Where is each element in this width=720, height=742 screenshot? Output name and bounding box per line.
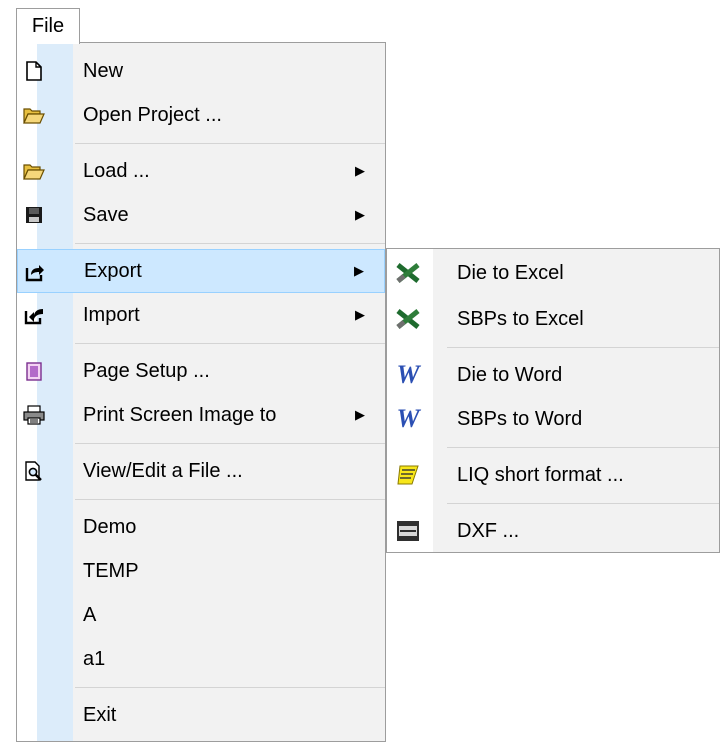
- page-setup-icon: [21, 358, 47, 384]
- submenu-item-label: Die to Excel: [457, 261, 564, 284]
- menu-item-label: Save: [83, 203, 129, 226]
- menu-item-label: New: [83, 59, 124, 82]
- submenu-item-die-to-excel[interactable]: Die to Excel: [387, 251, 719, 295]
- menu-separator: [75, 687, 385, 688]
- recent-file-item[interactable]: Demo: [17, 505, 385, 549]
- menu-separator: [75, 499, 385, 500]
- submenu-separator: [447, 347, 719, 348]
- submenu-item-liq-short-format[interactable]: LIQ short format ...: [387, 453, 719, 497]
- submenu-arrow-icon: ▶: [355, 163, 365, 178]
- dxf-icon: [395, 518, 421, 544]
- submenu-item-sbps-to-excel[interactable]: SBPs to Excel: [387, 297, 719, 341]
- menu-item-open-project[interactable]: Open Project ...: [17, 93, 385, 137]
- submenu-separator: [447, 503, 719, 504]
- menu-item-label: a1: [83, 647, 106, 670]
- recent-file-item[interactable]: TEMP: [17, 549, 385, 593]
- view-file-icon: [21, 458, 47, 484]
- menu-item-label: TEMP: [83, 559, 139, 582]
- menu-item-label: Load ...: [83, 159, 150, 182]
- submenu-separator: [447, 447, 719, 448]
- menu-item-label: Open Project ...: [83, 103, 222, 126]
- menu-item-new[interactable]: New: [17, 49, 385, 93]
- submenu-arrow-icon: ▶: [355, 207, 365, 222]
- menu-item-label: Demo: [83, 515, 137, 538]
- menu-item-print-screen[interactable]: Print Screen Image to ▶: [17, 393, 385, 437]
- menu-item-import[interactable]: Import ▶: [17, 293, 385, 337]
- open-folder-icon: [21, 102, 47, 128]
- word-icon: W: [396, 404, 420, 433]
- submenu-item-label: LIQ short format ...: [457, 463, 624, 486]
- floppy-disk-icon: [21, 202, 47, 228]
- menu-item-view-edit-file[interactable]: View/Edit a File ...: [17, 449, 385, 493]
- printer-icon: [21, 402, 47, 428]
- menu-separator: [75, 143, 385, 144]
- menu-item-save[interactable]: Save ▶: [17, 193, 385, 237]
- menu-separator: [75, 343, 385, 344]
- menu-item-label: Import: [83, 303, 140, 326]
- open-folder-icon: [21, 158, 47, 184]
- submenu-arrow-icon: ▶: [355, 407, 365, 422]
- liq-format-icon: [395, 462, 421, 488]
- recent-file-item[interactable]: a1: [17, 637, 385, 681]
- menu-item-load[interactable]: Load ... ▶: [17, 149, 385, 193]
- word-icon: W: [396, 360, 420, 389]
- menu-item-label: Print Screen Image to: [83, 403, 277, 426]
- submenu-arrow-icon: ▶: [355, 307, 365, 322]
- submenu-item-label: SBPs to Excel: [457, 307, 584, 330]
- submenu-arrow-icon: ▶: [354, 263, 364, 278]
- new-document-icon: [21, 58, 47, 84]
- submenu-item-label: SBPs to Word: [457, 407, 583, 430]
- file-menu-tab[interactable]: File: [16, 8, 80, 44]
- menu-separator: [75, 443, 385, 444]
- submenu-item-label: Die to Word: [457, 363, 563, 386]
- menu-item-page-setup[interactable]: Page Setup ...: [17, 349, 385, 393]
- menu-item-exit[interactable]: Exit: [17, 693, 385, 737]
- menu-item-label: View/Edit a File ...: [83, 459, 243, 482]
- recent-file-item[interactable]: A: [17, 593, 385, 637]
- submenu-item-dxf[interactable]: DXF ...: [387, 509, 719, 553]
- export-icon: [22, 259, 48, 285]
- import-icon: [21, 302, 47, 328]
- menu-separator: [75, 243, 385, 244]
- submenu-item-label: DXF ...: [457, 519, 520, 542]
- submenu-item-sbps-to-word[interactable]: W SBPs to Word: [387, 397, 719, 441]
- export-submenu: Die to Excel SBPs to Excel W Die to Word…: [386, 248, 720, 553]
- file-menu: New Open Project ... Load ... ▶ Save ▶ E…: [16, 42, 386, 742]
- excel-icon: [395, 260, 421, 286]
- menu-item-label: A: [83, 603, 97, 626]
- menu-item-label: Export: [84, 259, 142, 282]
- menu-item-export[interactable]: Export ▶: [17, 249, 385, 293]
- menu-item-label: Exit: [83, 703, 117, 726]
- submenu-item-die-to-word[interactable]: W Die to Word: [387, 353, 719, 397]
- menu-item-label: Page Setup ...: [83, 359, 210, 382]
- excel-icon: [395, 306, 421, 332]
